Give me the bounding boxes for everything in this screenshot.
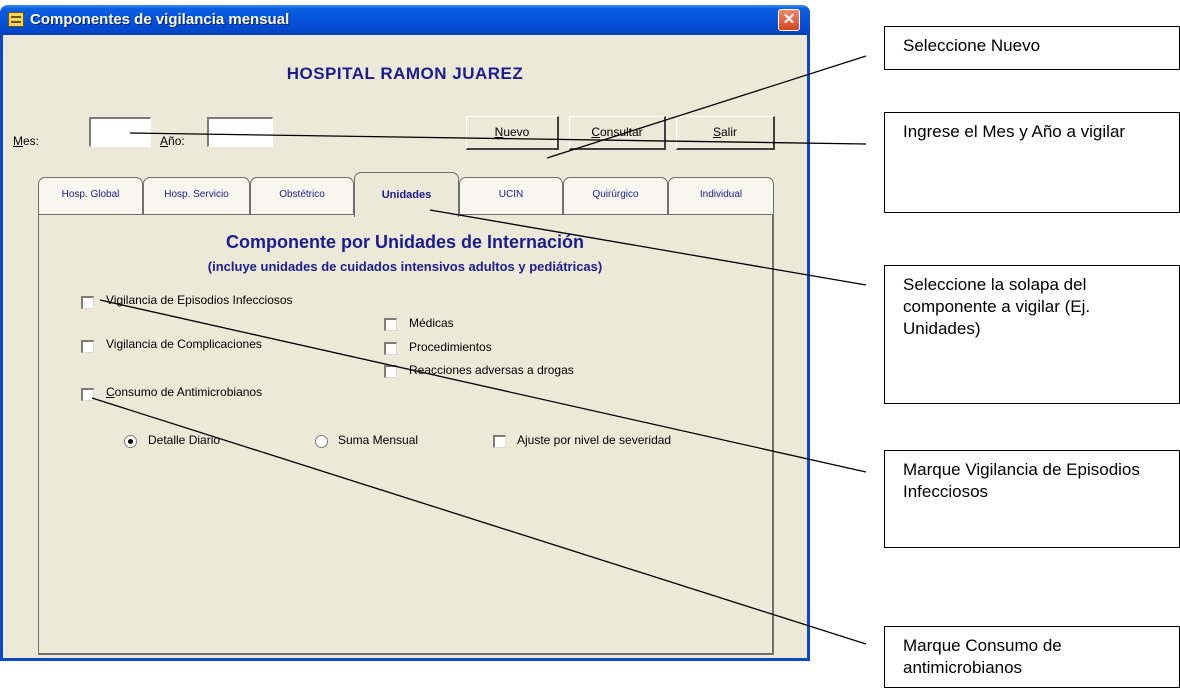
callout-nuevo: Seleccione Nuevo [884,26,1180,70]
tab-obstetrico[interactable]: Obstétrico [250,177,354,215]
callout-episodios: Marque Vigilancia de Episodios Infeccios… [884,450,1180,548]
hospital-name: HOSPITAL RAMON JUAREZ [286,64,524,83]
main-window: Componentes de vigilancia mensual ✕ HOSP… [0,5,810,661]
suma-mensual-label: Suma Mensual [338,433,419,447]
episodios-label: Vigilancia de Episodios Infecciosos [106,293,293,307]
tab-hosp-servicio[interactable]: Hosp. Servicio [143,177,250,215]
tab-quirurgico[interactable]: Quirúrgico [563,177,668,215]
callout-consumo: Marque Consumo de antimicrobianos [884,626,1180,688]
reacciones-checkbox[interactable] [384,365,397,378]
callout-mes-anio: Ingrese el Mes y Año a vigilar [884,112,1180,213]
tab-individual[interactable]: Individual [668,177,774,215]
detalle-diario-label: Detalle Diario [148,433,221,447]
window-title: Componentes de vigilancia mensual [30,11,290,28]
window-app-icon [8,12,24,27]
reacciones-label: Reacciones adversas a drogas [409,363,574,377]
episodios-checkbox[interactable] [81,296,94,309]
ajuste-checkbox[interactable] [493,435,506,448]
detalle-diario-radio[interactable] [124,435,137,448]
callout-solapa: Seleccione la solapa del componente a vi… [884,265,1180,404]
suma-mensual-radio[interactable] [315,435,328,448]
ajuste-label: Ajuste por nivel de severidad [517,433,672,447]
procedimientos-checkbox[interactable] [384,342,397,355]
consultar-button[interactable]: Consultar [569,116,666,150]
salir-button[interactable]: Salir [676,116,775,150]
nuevo-button[interactable]: Nuevo [466,116,559,150]
tab-hosp-global[interactable]: Hosp. Global [38,177,143,215]
tab-unidades[interactable]: Unidades [354,172,459,217]
anio-input[interactable] [207,117,273,147]
procedimientos-label: Procedimientos [409,340,492,354]
component-title: Componente por Unidades de Internación [225,232,585,252]
close-button[interactable]: ✕ [778,9,800,31]
anio-label: Año: [160,134,185,148]
title-bar[interactable]: Componentes de vigilancia mensual ✕ [0,5,810,35]
tab-panel-unidades: Componente por Unidades de Internación (… [38,214,774,655]
complicaciones-checkbox[interactable] [81,340,94,353]
consumo-label: Consumo de Antimicrobianos [106,385,263,399]
component-subtitle: (incluye unidades de cuidados intensivos… [207,259,603,274]
mes-input[interactable] [89,117,151,147]
consumo-checkbox[interactable] [81,388,94,401]
tab-ucin[interactable]: UCIN [459,177,563,215]
medicas-checkbox[interactable] [384,318,397,331]
medicas-label: Médicas [409,316,454,330]
complicaciones-label: Vigilancia de Complicaciones [106,337,262,351]
mes-label: Mes: [13,134,40,148]
